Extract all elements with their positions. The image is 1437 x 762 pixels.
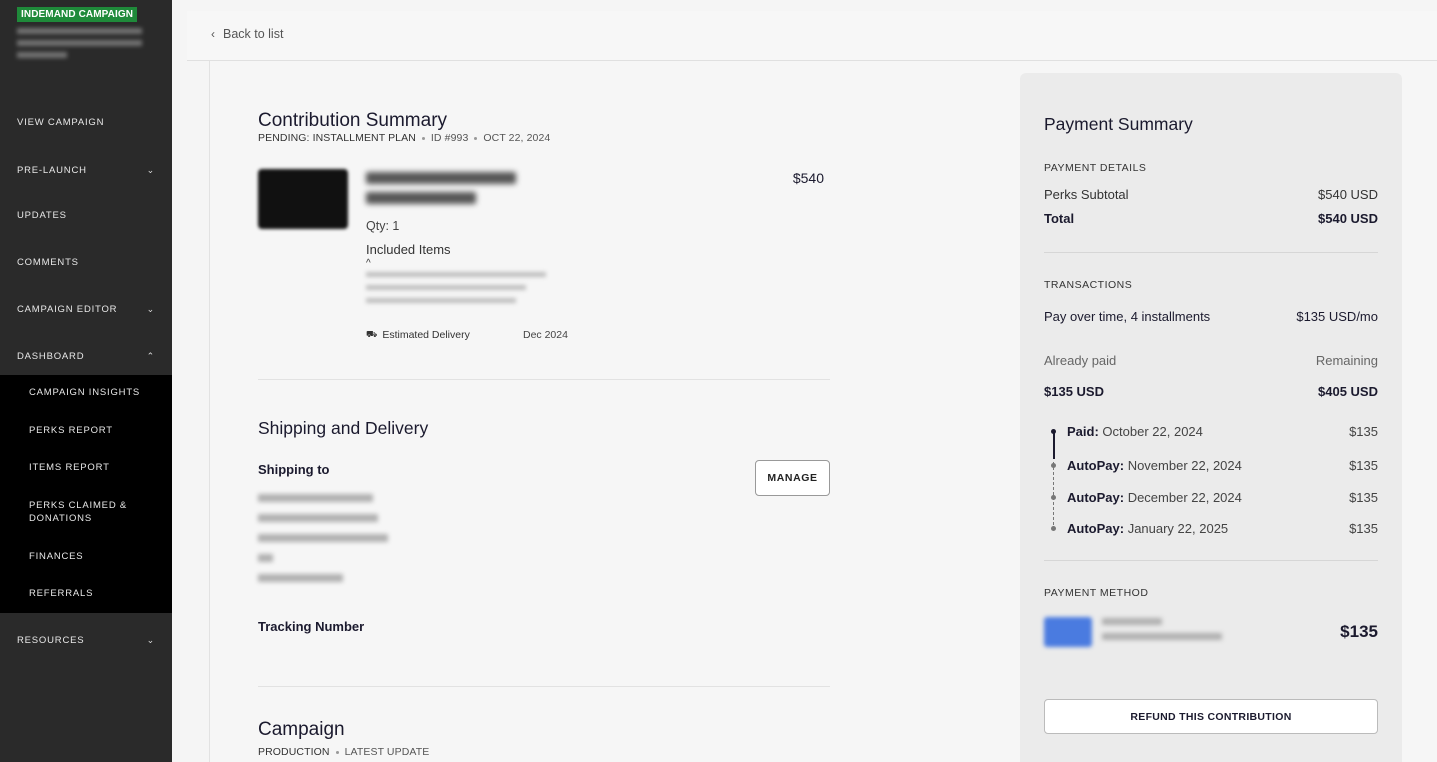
installment-plan-row: Pay over time, 4 installments $135 USD/m… xyxy=(1044,309,1378,324)
installment-row: AutoPay: January 22, 2025 $135 xyxy=(1067,521,1378,536)
sidebar: INDEMAND CAMPAIGN VIEW CAMPAIGN PRE-LAUN… xyxy=(0,0,172,762)
campaign-type-badge: INDEMAND CAMPAIGN xyxy=(17,7,138,22)
installment-row: Paid: October 22, 2024 $135 xyxy=(1067,424,1378,439)
perk-qty: Qty: 1 xyxy=(366,219,400,233)
payment-method-label: PAYMENT METHOD xyxy=(1044,587,1149,599)
nav-comments[interactable]: COMMENTS xyxy=(0,252,172,272)
subnav-items-report[interactable]: ITEMS REPORT xyxy=(29,461,149,474)
back-to-list-link[interactable]: ‹ Back to list xyxy=(211,27,283,41)
contribution-status: PENDING: INSTALLMENT PLAN xyxy=(258,132,416,144)
manage-button[interactable]: MANAGE xyxy=(755,460,830,496)
dot-separator xyxy=(474,136,478,140)
shipping-address-blurred xyxy=(258,494,398,594)
subnav-referrals[interactable]: REFERRALS xyxy=(29,587,149,600)
campaign-title: Campaign xyxy=(258,719,345,740)
payment-summary-panel xyxy=(1020,73,1402,762)
truck-icon: ⛟ xyxy=(366,329,378,339)
paid-remaining-labels: Already paid Remaining xyxy=(1044,353,1378,368)
contribution-meta: PENDING: INSTALLMENT PLAN ID #993 OCT 22… xyxy=(258,132,550,144)
estimated-delivery-date: Dec 2024 xyxy=(523,329,568,341)
dot-separator xyxy=(335,750,339,754)
chevron-down-icon: ⌄ xyxy=(146,634,155,645)
subnav-perks-report[interactable]: PERKS REPORT xyxy=(29,424,149,437)
caret-up-icon[interactable]: ^ xyxy=(366,258,371,269)
perks-subtotal-row: Perks Subtotal $540 USD xyxy=(1044,187,1378,202)
payment-details-label: PAYMENT DETAILS xyxy=(1044,162,1147,174)
subnav-finances[interactable]: FINANCES xyxy=(29,550,149,563)
dot-separator xyxy=(421,136,425,140)
estimated-delivery: ⛟ Estimated Delivery xyxy=(366,329,470,341)
nav-updates[interactable]: UPDATES xyxy=(0,205,172,225)
nav-pre-launch[interactable]: PRE-LAUNCH ⌄ xyxy=(0,160,172,180)
transactions-label: TRANSACTIONS xyxy=(1044,279,1133,291)
chevron-up-icon: ⌃ xyxy=(146,350,155,361)
shipping-title: Shipping and Delivery xyxy=(258,418,429,438)
contribution-id: ID #993 xyxy=(430,132,469,144)
section-divider xyxy=(258,379,830,380)
panel-divider xyxy=(1044,252,1378,253)
chevron-down-icon: ⌄ xyxy=(146,164,155,175)
nav-campaign-editor[interactable]: CAMPAIGN EDITOR ⌄ xyxy=(0,299,172,319)
card-details-blurred xyxy=(1102,618,1222,648)
chevron-down-icon: ⌄ xyxy=(146,303,155,314)
total-row: Total $540 USD xyxy=(1044,211,1378,226)
top-bar xyxy=(187,11,1437,61)
tracking-number-label: Tracking Number xyxy=(258,619,365,634)
shipping-to-label: Shipping to xyxy=(258,462,330,477)
nav-resources[interactable]: RESOURCES ⌄ xyxy=(0,630,172,650)
timeline-dot xyxy=(1051,463,1056,468)
campaign-meta: PRODUCTION LATEST UPDATE xyxy=(258,746,429,758)
payment-summary-title: Payment Summary xyxy=(1044,114,1193,134)
included-items-list-blurred xyxy=(366,272,546,311)
paid-remaining-values: $135 USD $405 USD xyxy=(1044,384,1378,399)
latest-update-label: LATEST UPDATE xyxy=(344,746,430,758)
nav-view-campaign[interactable]: VIEW CAMPAIGN xyxy=(0,112,172,132)
credit-card-icon xyxy=(1044,617,1092,647)
subnav-campaign-insights[interactable]: CAMPAIGN INSIGHTS xyxy=(29,386,149,399)
timeline-dot xyxy=(1051,429,1056,434)
panel-divider xyxy=(1044,560,1378,561)
perk-name-blurred xyxy=(366,172,516,212)
campaign-name-blurred xyxy=(17,28,142,68)
subnav-perks-claimed[interactable]: PERKS CLAIMED & DONATIONS xyxy=(29,499,149,525)
installment-row: AutoPay: December 22, 2024 $135 xyxy=(1067,490,1378,505)
perk-thumbnail xyxy=(258,169,348,229)
chevron-left-icon: ‹ xyxy=(211,27,215,41)
payment-method-amount: $135 xyxy=(1340,622,1378,641)
timeline-paid-line xyxy=(1053,431,1055,459)
nav-dashboard[interactable]: DASHBOARD ⌃ xyxy=(0,346,172,366)
perk-price: $540 xyxy=(792,170,824,186)
campaign-status: PRODUCTION xyxy=(258,746,330,758)
section-divider xyxy=(258,686,830,687)
contribution-summary-title: Contribution Summary xyxy=(258,110,448,131)
timeline-dot xyxy=(1051,526,1056,531)
installment-row: AutoPay: November 22, 2024 $135 xyxy=(1067,458,1378,473)
timeline-dot xyxy=(1051,495,1056,500)
refund-contribution-button[interactable]: REFUND THIS CONTRIBUTION xyxy=(1044,699,1378,734)
contribution-date: OCT 22, 2024 xyxy=(483,132,551,144)
included-items-toggle[interactable]: Included Items xyxy=(366,242,451,257)
dashboard-subnav: CAMPAIGN INSIGHTS PERKS REPORT ITEMS REP… xyxy=(0,375,172,613)
